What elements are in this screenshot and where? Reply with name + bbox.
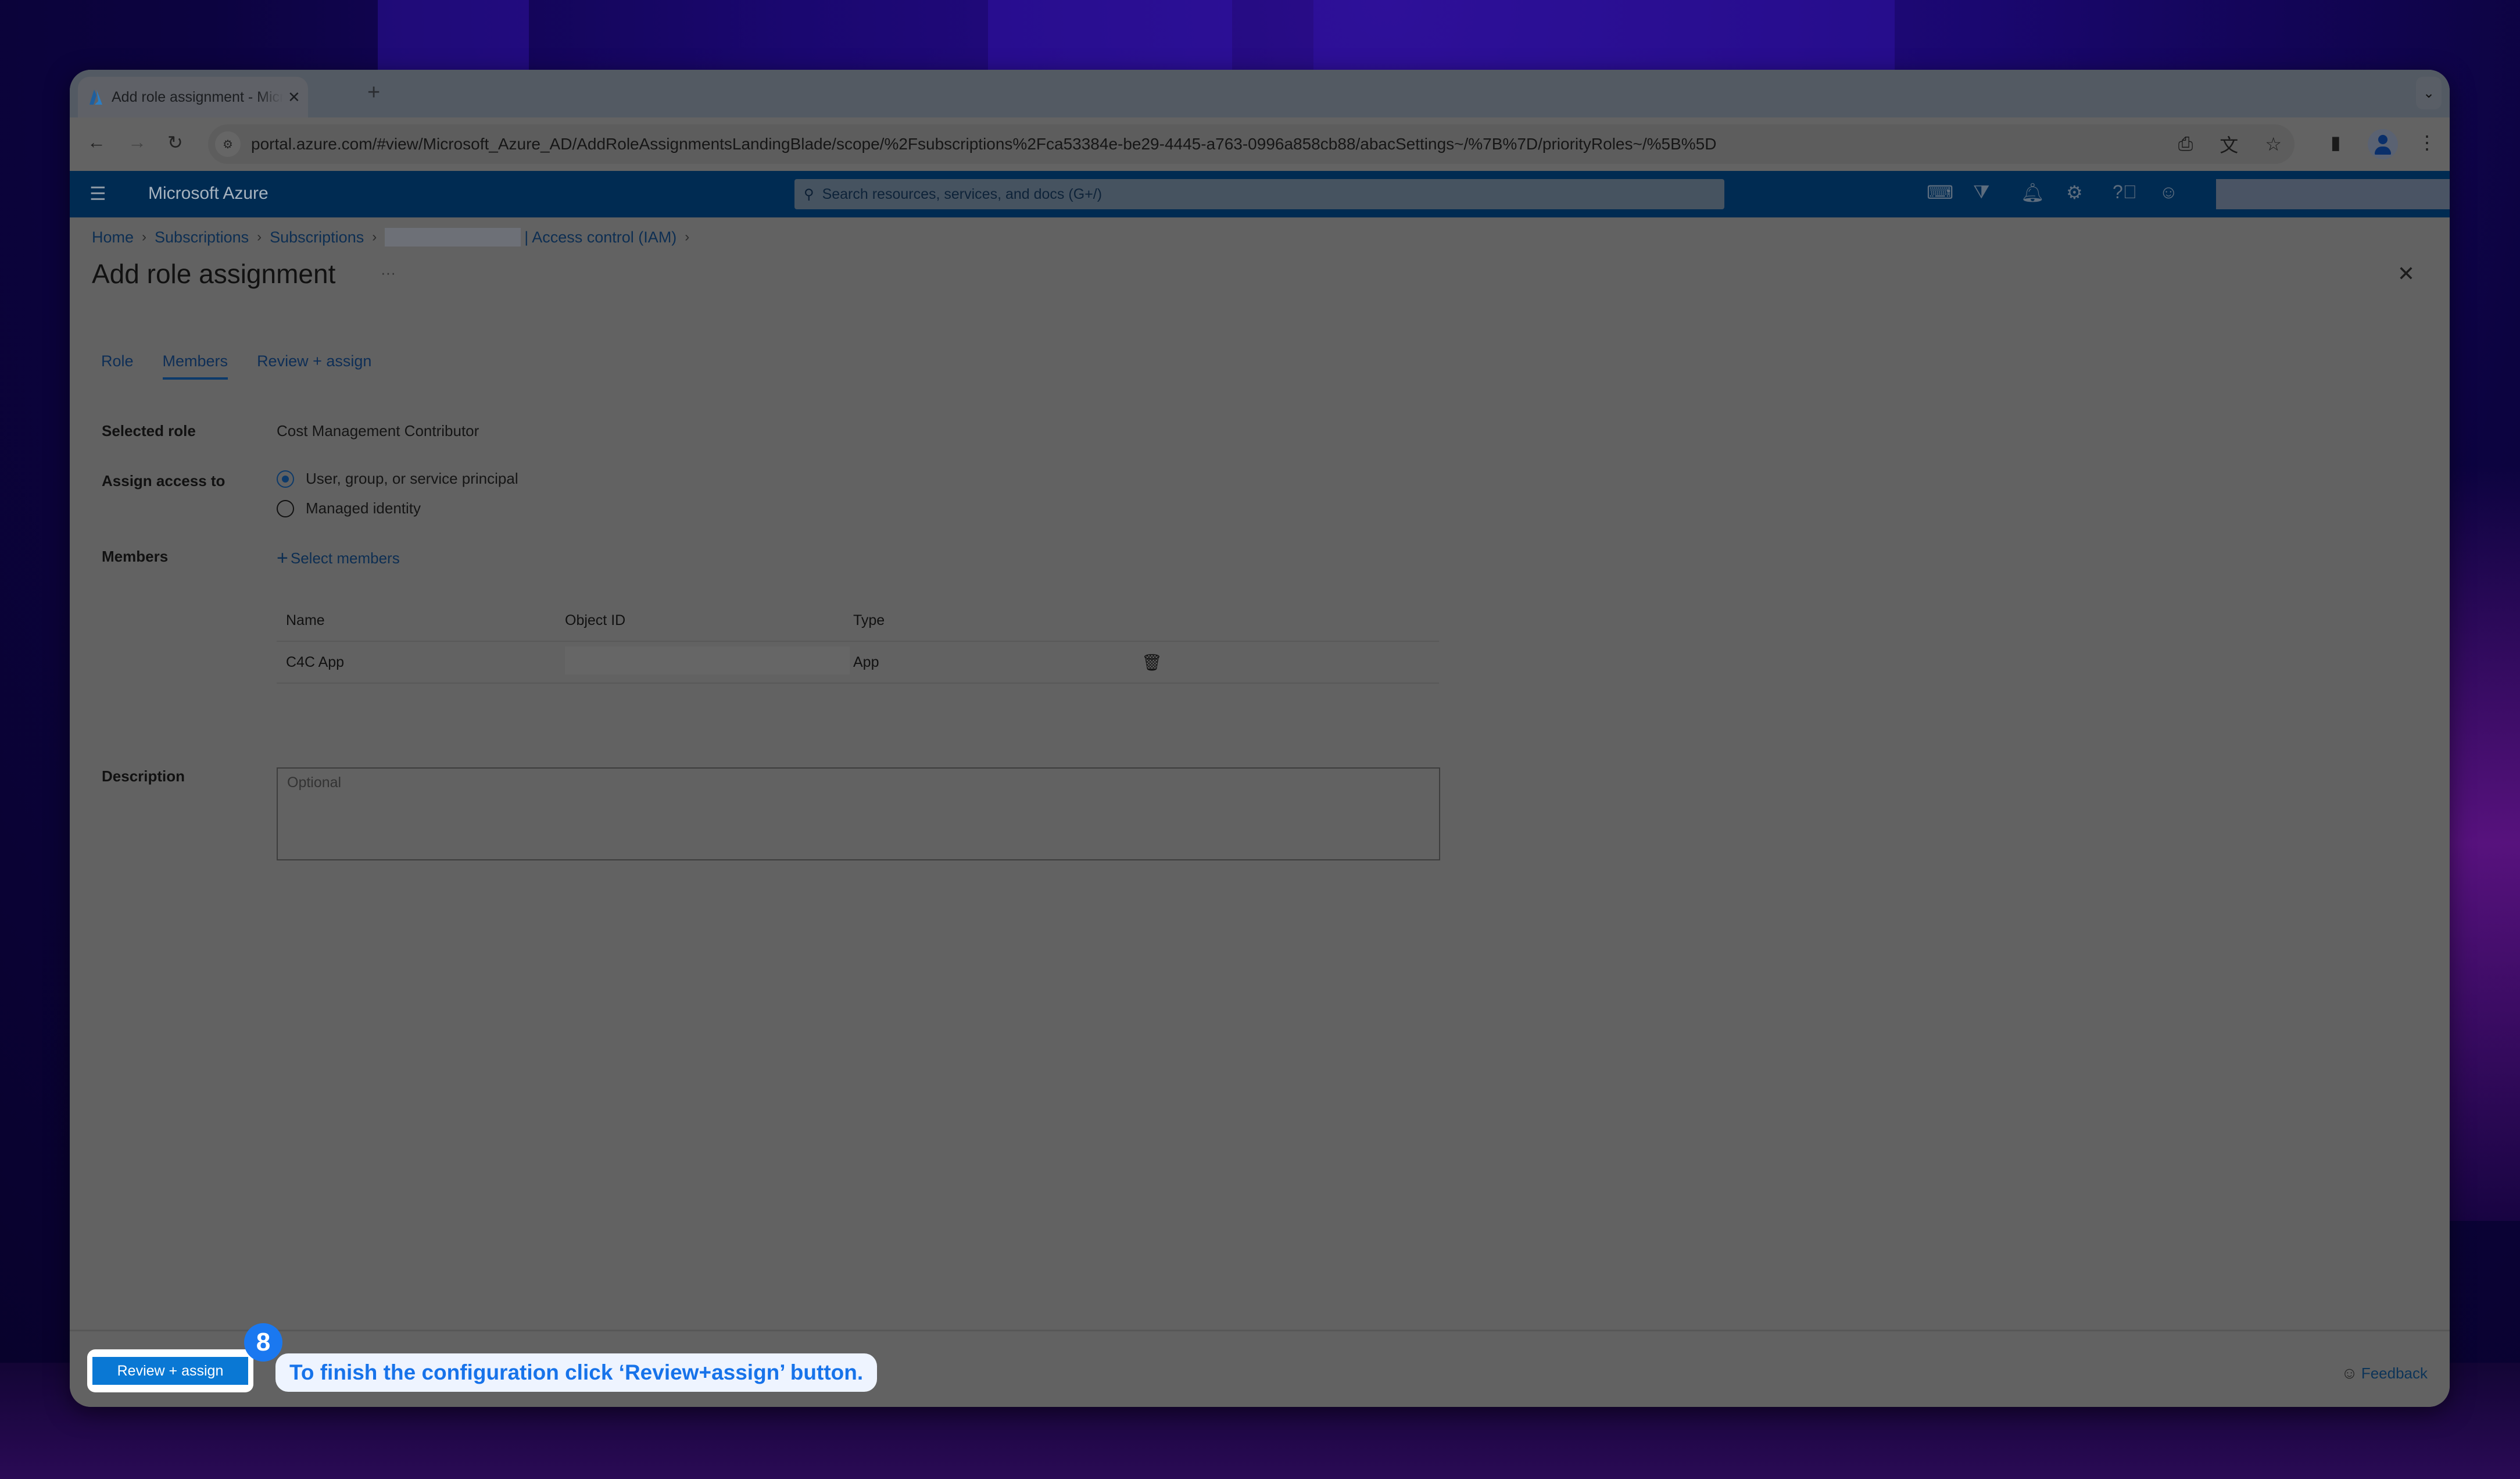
feedback-person-icon[interactable]: ☺ — [2159, 181, 2178, 203]
feedback-link[interactable]: ☺ Feedback — [2341, 1364, 2428, 1382]
chevron-right-icon: › — [142, 229, 147, 245]
feedback-person-icon: ☺ — [2341, 1364, 2358, 1382]
background-stripe — [1313, 0, 1895, 81]
redacted-object-id — [565, 646, 850, 674]
bookmark-star-icon[interactable]: ☆ — [2265, 133, 2282, 155]
back-icon[interactable]: ← — [87, 131, 106, 153]
radio-managed-identity[interactable]: Managed identity — [277, 499, 421, 517]
profile-icon[interactable] — [2368, 129, 2398, 159]
radio-label: User, group, or service principal — [306, 470, 518, 487]
breadcrumb-subscriptions-2[interactable]: Subscriptions — [270, 228, 364, 246]
close-icon[interactable]: ✕ — [2397, 262, 2415, 286]
notifications-bell-icon[interactable]: 🔔︎ — [2021, 181, 2045, 203]
chevron-right-icon: › — [372, 229, 377, 245]
browser-toolbar: ← → ↻ ⚙ portal.azure.com/#view/Microsoft… — [70, 117, 2450, 171]
feedback-label: Feedback — [2361, 1364, 2428, 1382]
table-header: Name Object ID Type — [277, 600, 1439, 642]
members-table: Name Object ID Type C4C App App 🗑︎ — [277, 600, 1439, 684]
column-header-type: Type — [853, 612, 885, 628]
settings-gear-icon[interactable]: ⚙ — [2066, 181, 2083, 203]
delete-trash-icon[interactable]: 🗑︎ — [1141, 653, 1162, 672]
translate-icon[interactable]: 文 — [2220, 131, 2238, 158]
review-assign-button[interactable]: Review + assign — [92, 1357, 248, 1385]
forward-icon[interactable]: → — [128, 131, 146, 153]
tab-search-chevron-icon[interactable]: ⌄ — [2416, 77, 2442, 109]
help-icon[interactable]: ?⃝ — [2113, 181, 2137, 203]
selected-role-label: Selected role — [102, 422, 196, 440]
background-stripe — [378, 0, 529, 81]
description-textarea[interactable] — [277, 767, 1440, 860]
more-options-icon[interactable]: ··· — [381, 264, 396, 282]
tab-strip: Add role assignment - Microsoft Azure ✕ … — [70, 70, 2450, 117]
breadcrumb-home[interactable]: Home — [92, 228, 134, 246]
address-bar[interactable]: ⚙ portal.azure.com/#view/Microsoft_Azure… — [208, 124, 2295, 164]
tab-review-assign[interactable]: Review + assign — [257, 352, 371, 380]
side-panel-icon[interactable]: ▮ — [2331, 131, 2341, 153]
new-tab-icon[interactable]: + — [367, 80, 380, 105]
breadcrumb-access-control[interactable]: | Access control (IAM) — [524, 228, 676, 246]
brand-title[interactable]: Microsoft Azure — [148, 184, 269, 203]
highlight-frame: Review + assign — [87, 1349, 253, 1392]
site-info-icon[interactable]: ⚙ — [215, 131, 241, 157]
page-title: Add role assignment — [92, 259, 336, 289]
background-glow — [2439, 465, 2520, 1221]
breadcrumb-subscriptions[interactable]: Subscriptions — [155, 228, 249, 246]
cloud-shell-icon[interactable]: ⌨ — [1927, 181, 1953, 203]
redacted-subscription-name — [385, 228, 521, 246]
assign-access-label: Assign access to — [102, 472, 225, 490]
radio-label: Managed identity — [306, 499, 421, 517]
hamburger-menu-icon[interactable]: ☰ — [90, 183, 106, 205]
azure-logo-icon — [90, 90, 102, 105]
reload-icon[interactable]: ↻ — [167, 131, 183, 153]
footer-divider — [70, 1330, 2450, 1331]
breadcrumb: Home › Subscriptions › Subscriptions › |… — [92, 228, 697, 246]
selected-role-value: Cost Management Contributor — [277, 422, 479, 440]
radio-user-group-sp[interactable]: User, group, or service principal — [277, 470, 518, 488]
tab-close-icon[interactable]: ✕ — [288, 88, 300, 106]
azure-top-bar: ☰ Microsoft Azure ⚲ ⌨ ⧩ 🔔︎ ⚙ ?⃝ ☺ — [70, 171, 2450, 217]
radio-selected-icon[interactable] — [277, 470, 294, 488]
description-label: Description — [102, 767, 185, 785]
member-object-id — [565, 646, 853, 678]
menu-kebab-icon[interactable]: ⋮ — [2418, 131, 2436, 153]
search-input[interactable] — [821, 185, 1695, 203]
select-members-link[interactable]: + Select members — [277, 547, 400, 570]
column-header-name: Name — [286, 612, 325, 628]
global-search[interactable]: ⚲ — [794, 179, 1724, 209]
tutorial-hint: To finish the configuration click ‘Revie… — [275, 1353, 878, 1392]
chevron-right-icon: › — [685, 229, 690, 245]
browser-window: Add role assignment - Microsoft Azure ✕ … — [70, 70, 2450, 1407]
wizard-tabs: Role Members Review + assign — [101, 352, 371, 380]
directory-filter-icon[interactable]: ⧩ — [1973, 181, 1990, 203]
step-number-badge: 8 — [244, 1323, 282, 1362]
tab-role[interactable]: Role — [101, 352, 134, 380]
member-name: C4C App — [286, 653, 345, 670]
plus-icon: + — [277, 547, 288, 569]
members-label: Members — [102, 548, 169, 565]
install-app-icon[interactable]: ⎙ — [2178, 133, 2193, 155]
browser-tab[interactable]: Add role assignment - Microsoft Azure ✕ — [78, 77, 308, 117]
table-row: C4C App App 🗑︎ — [277, 642, 1439, 684]
column-header-object-id: Object ID — [565, 612, 626, 628]
tab-title: Add role assignment - Microsoft Azure — [112, 88, 283, 105]
main-content: Home › Subscriptions › Subscriptions › |… — [70, 217, 2450, 1407]
account-menu[interactable] — [2216, 179, 2450, 209]
search-icon: ⚲ — [804, 186, 814, 202]
chevron-right-icon: › — [257, 229, 262, 245]
url-text[interactable]: portal.azure.com/#view/Microsoft_Azure_A… — [251, 135, 1716, 153]
radio-unselected-icon[interactable] — [277, 499, 294, 517]
tab-members[interactable]: Members — [162, 352, 228, 380]
background-stripe — [988, 0, 1232, 81]
member-type: App — [853, 653, 879, 670]
